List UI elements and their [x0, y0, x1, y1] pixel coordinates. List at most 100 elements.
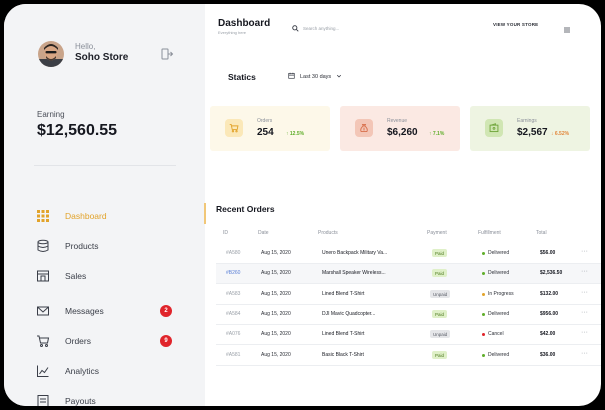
table-row[interactable]: #A583 Aug 15, 2020 Lined Blend T-Shirt Unpa… [216, 285, 601, 304]
row-divider [216, 283, 601, 284]
order-id[interactable]: #B260 [226, 270, 240, 276]
sidebar-item-label: Products [65, 241, 99, 251]
column-header-id: ID [223, 230, 228, 236]
stat-value: $6,260 [387, 127, 418, 138]
wallet-icon [485, 119, 503, 137]
sidebar-item-sales[interactable]: Sales [36, 267, 196, 285]
row-more-menu[interactable]: ··· [581, 309, 588, 316]
sidebar-item-products[interactable]: Products [36, 237, 196, 255]
fulfillment-status-dot [482, 252, 485, 255]
order-id[interactable]: #A076 [226, 331, 240, 337]
sidebar-item-dashboard[interactable]: Dashboard [36, 207, 196, 225]
row-more-menu[interactable]: ··· [581, 289, 588, 296]
table-row[interactable]: #B260 Aug 15, 2020 Marshall Speaker Wirele… [216, 264, 601, 283]
order-total: $2,536.50 [540, 270, 563, 276]
menu-icon[interactable] [564, 20, 570, 33]
order-total: $956.00 [540, 311, 559, 317]
sidebar-item-messages[interactable]: Messages 2 [36, 302, 196, 320]
row-more-menu[interactable]: ··· [581, 248, 588, 255]
chevron-down-icon [336, 73, 342, 81]
revenue-stat-card[interactable]: Revenue $6,260 ↑ 7.1% [340, 106, 460, 151]
store-name: Soho Store [75, 52, 129, 63]
stat-delta: ↑ 7.1% [429, 131, 445, 137]
fulfillment-status-dot [482, 293, 485, 296]
sidebar-item-label: Sales [65, 271, 87, 281]
order-id[interactable]: #A581 [226, 352, 240, 358]
orders-count-badge: 9 [160, 335, 172, 347]
search-placeholder: Search anything... [303, 25, 340, 31]
stat-delta: ↑ 12.5% [286, 131, 305, 137]
table-row[interactable]: #A584 Aug 15, 2020 DJI Mavic Quadcopter...… [216, 305, 601, 324]
messages-count-badge: 2 [160, 305, 172, 317]
column-header-payment: Payment [427, 230, 447, 236]
order-product: DJI Mavic Quadcopter... [322, 311, 376, 317]
order-date: Aug 15, 2020 [261, 352, 291, 358]
fulfillment-status-dot [482, 333, 485, 336]
order-total: $36.00 [540, 352, 556, 358]
grid-icon [36, 209, 50, 223]
app-window: Hello, Soho Store Earning $12,560.55 Das… [4, 4, 601, 406]
order-id[interactable]: #A584 [226, 311, 240, 317]
sidebar-item-orders[interactable]: Orders 9 [36, 332, 196, 350]
logout-icon[interactable] [160, 47, 174, 61]
recent-orders-title: Recent Orders [216, 204, 275, 214]
order-total: $42.00 [540, 331, 556, 337]
fulfillment-status: Delivered [488, 311, 510, 317]
column-header-total: Total [536, 230, 547, 236]
search-icon [292, 19, 299, 37]
fulfillment-status: In Progress [488, 291, 514, 297]
sidebar-item-analytics[interactable]: Analytics [36, 362, 196, 380]
receipt-icon [36, 394, 50, 406]
stat-label: Orders [257, 118, 273, 124]
table-row[interactable]: #A580 Aug 15, 2020 Unero Backpack Military… [216, 244, 601, 263]
order-product: Lined Blend T-Shirt [322, 331, 365, 337]
order-date: Aug 15, 2020 [261, 311, 291, 317]
order-id[interactable]: #A583 [226, 291, 240, 297]
date-range-value: Last 30 days [300, 73, 332, 80]
order-id[interactable]: #A580 [226, 250, 240, 256]
fulfillment-status-dot [482, 354, 485, 357]
orders-stat-card[interactable]: Orders 254 ↑ 12.5% [210, 106, 330, 151]
sidebar-item-payouts[interactable]: Payouts [36, 392, 196, 406]
statics-title: Statics [228, 72, 256, 82]
section-accent-bar [204, 203, 206, 224]
storefront-icon [36, 269, 50, 283]
payment-status-badge: Unpaid [430, 330, 451, 338]
mail-icon [36, 304, 50, 318]
stat-value: 254 [257, 127, 274, 138]
fulfillment-status: Delivered [488, 352, 510, 358]
earning-value: $12,560.55 [37, 122, 118, 139]
date-range-dropdown[interactable]: Last 30 days [288, 72, 342, 81]
payment-status-badge: Unpaid [430, 290, 451, 298]
table-row[interactable]: #A581 Aug 15, 2020 Basic Black T-Shirt Paid… [216, 346, 601, 365]
payment-status-badge: Paid [432, 269, 448, 277]
order-product: Marshall Speaker Wireless... [322, 270, 386, 276]
sidebar-item-label: Orders [65, 336, 91, 346]
table-row[interactable]: #A076 Aug 15, 2020 Lined Blend T-Shirt Unpa… [216, 325, 601, 344]
row-more-menu[interactable]: ··· [581, 329, 588, 336]
order-total: $56.00 [540, 250, 556, 256]
page-title: Dashboard [218, 18, 271, 29]
sidebar-item-label: Analytics [65, 366, 100, 376]
order-date: Aug 15, 2020 [261, 270, 291, 276]
order-date: Aug 15, 2020 [261, 331, 291, 337]
table-header: ID Date Products Payment Fulfillment Tot… [216, 230, 601, 238]
cart-icon [36, 334, 50, 348]
sidebar-item-label: Dashboard [65, 211, 107, 221]
database-icon [36, 239, 50, 253]
order-product: Lined Blend T-Shirt [322, 291, 365, 297]
view-store-link[interactable]: VIEW YOUR STORE [493, 22, 538, 27]
payment-status-badge: Paid [432, 310, 448, 318]
row-more-menu[interactable]: ··· [581, 268, 588, 275]
page-subtitle: Everything here [218, 30, 247, 35]
search-input[interactable]: Search anything... [292, 19, 339, 37]
sidebar-item-label: Payouts [65, 396, 96, 406]
payment-status-badge: Paid [432, 351, 448, 359]
column-header-fulfillment: Fulfillment [478, 230, 501, 236]
earnings-stat-card[interactable]: Earnings $2,567 ↓ 6.52% [470, 106, 590, 151]
row-more-menu[interactable]: ··· [581, 350, 588, 357]
calendar-icon [288, 72, 295, 81]
avatar[interactable] [38, 41, 64, 67]
fulfillment-status: Delivered [488, 250, 510, 256]
sidebar-item-label: Messages [65, 306, 104, 316]
